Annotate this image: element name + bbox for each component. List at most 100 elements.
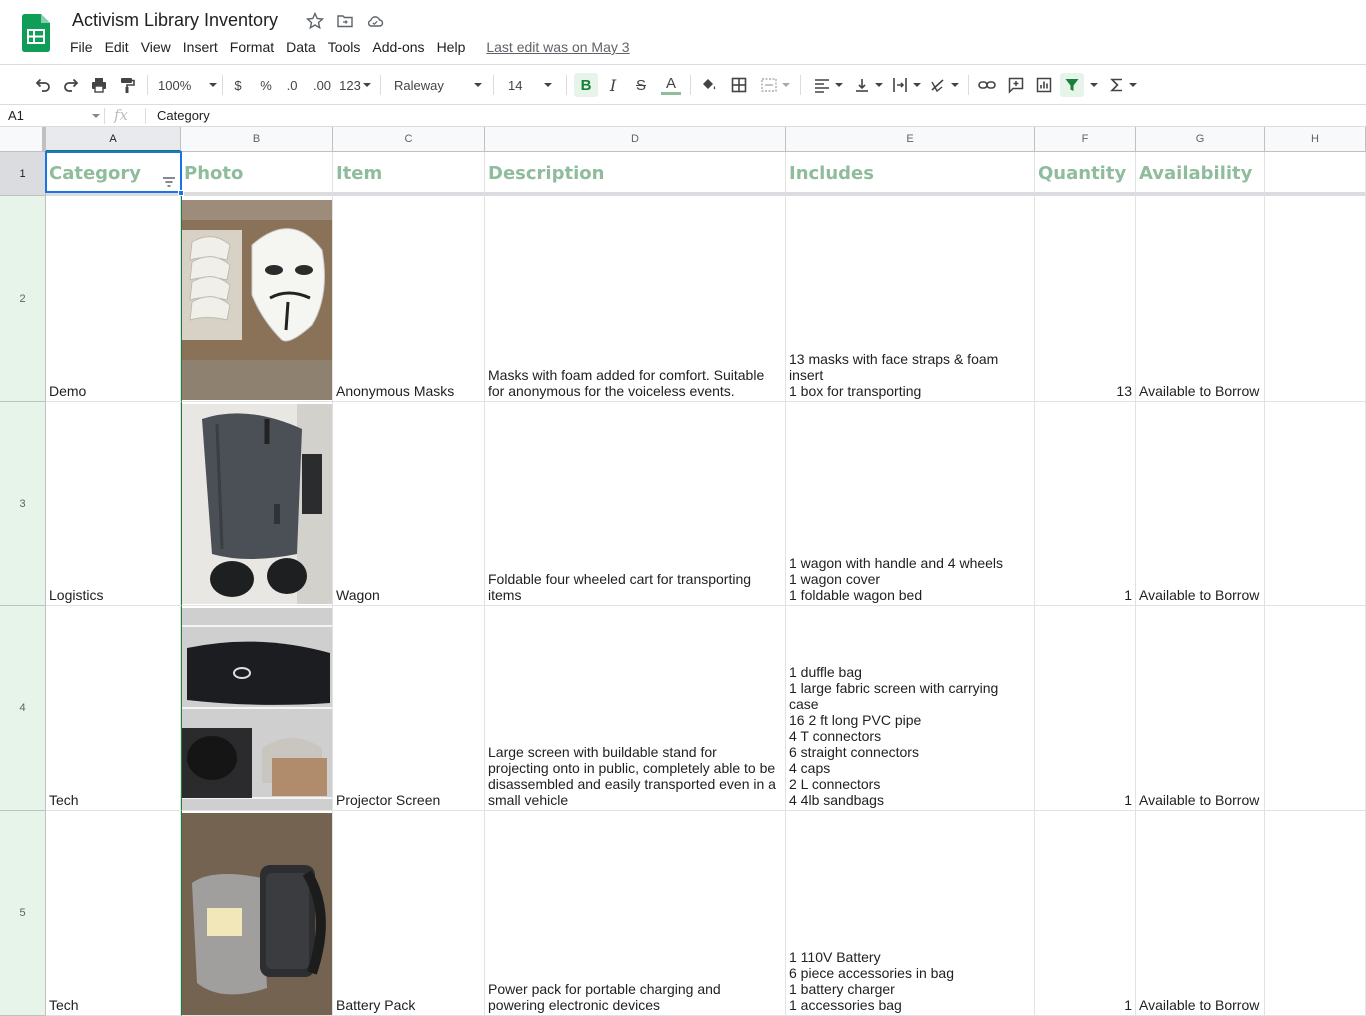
cell-item[interactable]: Anonymous Masks: [333, 196, 485, 402]
redo-icon[interactable]: [61, 73, 81, 97]
insert-comment-icon[interactable]: [1006, 73, 1026, 97]
header-item[interactable]: Item: [333, 152, 485, 196]
menu-bar: File Edit View Insert Format Data Tools …: [70, 39, 630, 55]
cell-includes[interactable]: 1 wagon with handle and 4 wheels 1 wagon…: [786, 402, 1035, 606]
text-wrapping-icon[interactable]: [890, 73, 922, 97]
insert-link-icon[interactable]: [977, 73, 997, 97]
undo-icon[interactable]: [33, 73, 53, 97]
column-header-a[interactable]: A: [46, 127, 181, 152]
document-title[interactable]: Activism Library Inventory: [72, 10, 278, 31]
text-color-swatch: [661, 91, 681, 95]
move-to-folder-icon[interactable]: [336, 12, 354, 30]
filter-views-dropdown[interactable]: [1088, 73, 1100, 97]
horizontal-align-icon[interactable]: [812, 73, 844, 97]
cell-empty[interactable]: [1265, 402, 1366, 606]
select-all-corner[interactable]: [0, 127, 46, 152]
cell-availability[interactable]: Available to Borrow: [1136, 402, 1265, 606]
formula-input[interactable]: Category: [157, 108, 210, 123]
currency-format-button[interactable]: $: [230, 73, 246, 97]
menu-add-ons[interactable]: Add-ons: [372, 39, 424, 55]
menu-data[interactable]: Data: [286, 39, 316, 55]
header-category[interactable]: Category: [46, 152, 181, 196]
bold-button[interactable]: B: [574, 73, 598, 97]
cell-empty[interactable]: [1265, 606, 1366, 811]
cell-quantity[interactable]: 1: [1035, 402, 1136, 606]
merge-cells-icon[interactable]: [758, 73, 792, 97]
cell-availability[interactable]: Available to Borrow: [1136, 606, 1265, 811]
row-header-3[interactable]: 3: [0, 402, 46, 606]
cell-description[interactable]: Power pack for portable charging and pow…: [485, 811, 786, 1016]
star-icon[interactable]: [305, 11, 325, 30]
last-edit-link[interactable]: Last edit was on May 3: [486, 39, 629, 55]
menu-insert[interactable]: Insert: [183, 39, 218, 55]
column-header-e[interactable]: E: [786, 127, 1035, 152]
cloud-saved-icon[interactable]: [366, 12, 384, 30]
row-header-1[interactable]: 1: [0, 152, 46, 196]
cell-photo-frame: [181, 606, 333, 811]
menu-help[interactable]: Help: [437, 39, 466, 55]
menu-file[interactable]: File: [70, 39, 93, 55]
cell-category[interactable]: Logistics: [46, 402, 181, 606]
header-empty-h[interactable]: [1265, 152, 1366, 196]
cell-item[interactable]: Battery Pack: [333, 811, 485, 1016]
fill-color-icon[interactable]: [699, 73, 719, 97]
header-description[interactable]: Description: [485, 152, 786, 196]
text-rotation-icon[interactable]: [928, 73, 960, 97]
cell-description[interactable]: Large screen with buildable stand for pr…: [485, 606, 786, 811]
functions-icon[interactable]: [1108, 73, 1138, 97]
filter-icon[interactable]: [1060, 73, 1084, 97]
cell-category[interactable]: Tech: [46, 606, 181, 811]
cell-item[interactable]: Wagon: [333, 402, 485, 606]
font-family-select[interactable]: Raleway: [394, 73, 486, 97]
text-color-button[interactable]: A: [660, 73, 682, 97]
row-header-2[interactable]: 2: [0, 196, 46, 402]
menu-tools[interactable]: Tools: [328, 39, 361, 55]
cell-category[interactable]: Tech: [46, 811, 181, 1016]
zoom-select[interactable]: 100%: [158, 73, 218, 97]
percent-format-button[interactable]: %: [258, 73, 274, 97]
row-header-4[interactable]: 4: [0, 606, 46, 811]
header-includes[interactable]: Includes: [786, 152, 1035, 196]
column-filter-button[interactable]: [162, 175, 176, 187]
increase-decimal-button[interactable]: .00: [310, 73, 334, 97]
strikethrough-button[interactable]: S: [632, 73, 650, 97]
cell-includes[interactable]: 13 masks with face straps & foam insert …: [786, 196, 1035, 402]
cell-description[interactable]: Masks with foam added for comfort. Suita…: [485, 196, 786, 402]
font-size-select[interactable]: 14: [508, 73, 560, 97]
name-box[interactable]: A1: [8, 108, 100, 123]
cell-includes[interactable]: 1 duffle bag 1 large fabric screen with …: [786, 606, 1035, 811]
insert-chart-icon[interactable]: [1034, 73, 1054, 97]
italic-button[interactable]: I: [604, 73, 622, 97]
paint-format-icon[interactable]: [117, 73, 137, 97]
menu-edit[interactable]: Edit: [105, 39, 129, 55]
cell-description[interactable]: Foldable four wheeled cart for transport…: [485, 402, 786, 606]
cell-includes[interactable]: 1 110V Battery 6 piece accessories in ba…: [786, 811, 1035, 1016]
column-header-b[interactable]: B: [181, 127, 333, 152]
cell-availability[interactable]: Available to Borrow: [1136, 811, 1265, 1016]
column-header-g[interactable]: G: [1136, 127, 1265, 152]
row-header-5[interactable]: 5: [0, 811, 46, 1016]
column-header-c[interactable]: C: [333, 127, 485, 152]
menu-view[interactable]: View: [141, 39, 171, 55]
cell-item[interactable]: Projector Screen: [333, 606, 485, 811]
column-header-f[interactable]: F: [1035, 127, 1136, 152]
cell-availability[interactable]: Available to Borrow: [1136, 196, 1265, 402]
cell-quantity[interactable]: 13: [1035, 196, 1136, 402]
cell-empty[interactable]: [1265, 811, 1366, 1016]
vertical-align-icon[interactable]: [852, 73, 884, 97]
header-quantity[interactable]: Quantity: [1035, 152, 1136, 196]
print-icon[interactable]: [89, 73, 109, 97]
sheets-logo-icon[interactable]: [22, 14, 50, 52]
decrease-decimal-button[interactable]: .0: [282, 73, 302, 97]
cell-empty[interactable]: [1265, 196, 1366, 402]
more-formats-button[interactable]: 123: [338, 73, 372, 97]
cell-category[interactable]: Demo: [46, 196, 181, 402]
column-header-h[interactable]: H: [1265, 127, 1366, 152]
column-header-d[interactable]: D: [485, 127, 786, 152]
cell-quantity[interactable]: 1: [1035, 606, 1136, 811]
header-availability[interactable]: Availability: [1136, 152, 1265, 196]
header-photo[interactable]: Photo: [181, 152, 333, 196]
cell-quantity[interactable]: 1: [1035, 811, 1136, 1016]
borders-icon[interactable]: [729, 73, 749, 97]
menu-format[interactable]: Format: [230, 39, 274, 55]
